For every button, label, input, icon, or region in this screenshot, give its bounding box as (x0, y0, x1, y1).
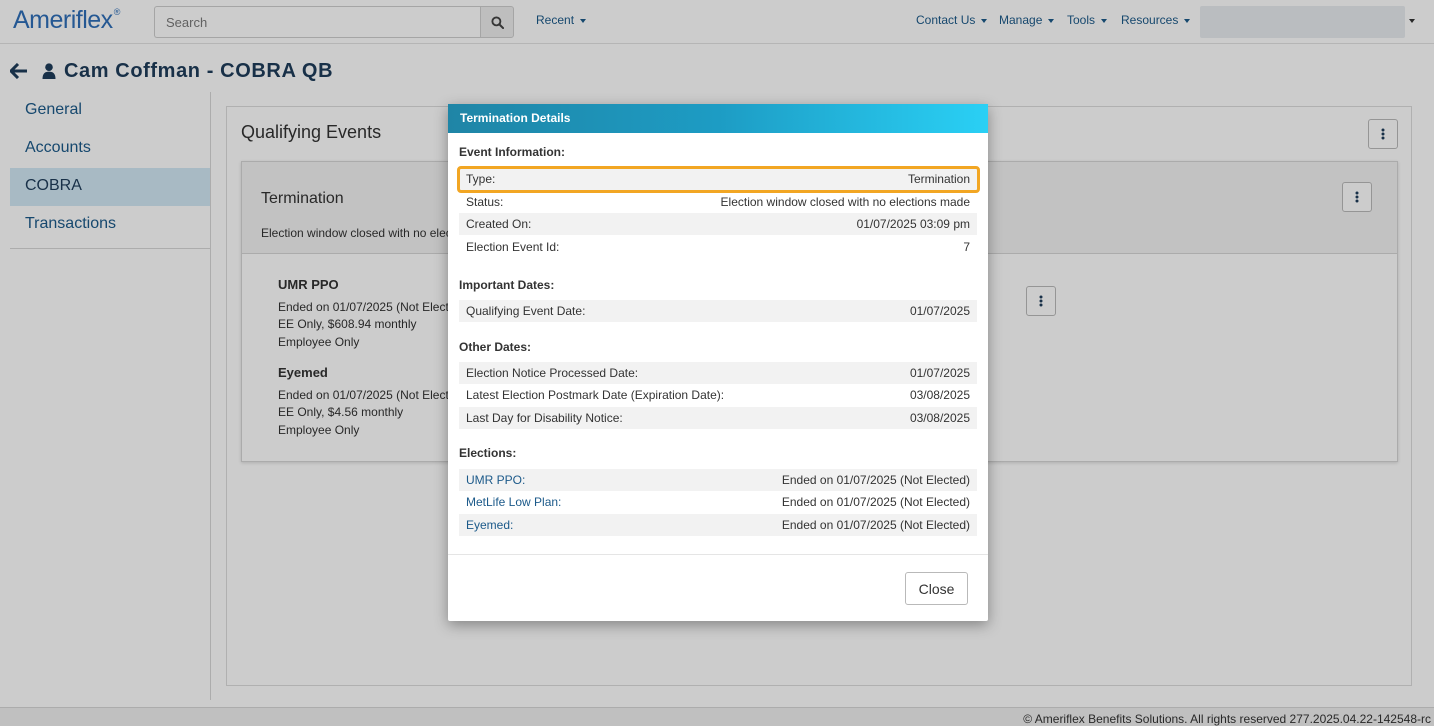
detail-label: Last Day for Disability Notice: (466, 411, 623, 425)
detail-value: 01/07/2025 03:09 pm (856, 217, 970, 231)
termination-details-modal: Termination Details Event Information: T… (448, 104, 988, 621)
election-status: Ended on 01/07/2025 (Not Elected) (781, 473, 970, 487)
detail-label: Election Event Id: (466, 240, 560, 254)
section-elections: Elections: (459, 446, 517, 460)
section-important-dates: Important Dates: (459, 278, 555, 292)
detail-row-postmark-date: Latest Election Postmark Date (Expiratio… (459, 384, 977, 406)
detail-value: 01/07/2025 (909, 366, 970, 380)
modal-title: Termination Details (448, 104, 988, 133)
detail-row-qualifying-event-date: Qualifying Event Date: 01/07/2025 (459, 300, 977, 322)
detail-label: Election Notice Processed Date: (466, 366, 639, 380)
election-link-umr-ppo[interactable]: UMR PPO: (466, 473, 525, 487)
detail-label: Latest Election Postmark Date (Expiratio… (466, 388, 725, 402)
detail-row-status: Status: Election window closed with no e… (459, 191, 977, 213)
detail-label: Status: (466, 195, 504, 209)
election-row-umr-ppo: UMR PPO: Ended on 01/07/2025 (Not Electe… (459, 469, 977, 491)
detail-label: Created On: (466, 217, 532, 231)
close-button[interactable]: Close (905, 572, 968, 605)
detail-value: 01/07/2025 (909, 304, 970, 318)
section-other-dates: Other Dates: (459, 340, 532, 354)
detail-value: 7 (963, 240, 970, 254)
detail-value: 03/08/2025 (909, 411, 970, 425)
detail-row-disability-notice: Last Day for Disability Notice: 03/08/20… (459, 407, 977, 429)
detail-row-election-notice-date: Election Notice Processed Date: 01/07/20… (459, 362, 977, 384)
detail-row-created-on: Created On: 01/07/2025 03:09 pm (459, 213, 977, 235)
modal-footer-divider (448, 554, 988, 555)
election-row-metlife: MetLife Low Plan: Ended on 01/07/2025 (N… (459, 491, 977, 513)
election-status: Ended on 01/07/2025 (Not Elected) (781, 495, 970, 509)
election-link-eyemed[interactable]: Eyemed: (466, 518, 513, 532)
detail-row-election-event-id: Election Event Id: 7 (459, 236, 977, 258)
type-row-highlight (457, 166, 980, 193)
detail-label: Qualifying Event Date: (466, 304, 586, 318)
detail-value: Election window closed with no elections… (720, 195, 970, 209)
election-link-metlife-low-plan[interactable]: MetLife Low Plan: (466, 495, 561, 509)
section-event-information: Event Information: (459, 145, 566, 159)
election-row-eyemed: Eyemed: Ended on 01/07/2025 (Not Elected… (459, 514, 977, 536)
detail-value: 03/08/2025 (909, 388, 970, 402)
election-status: Ended on 01/07/2025 (Not Elected) (781, 518, 970, 532)
